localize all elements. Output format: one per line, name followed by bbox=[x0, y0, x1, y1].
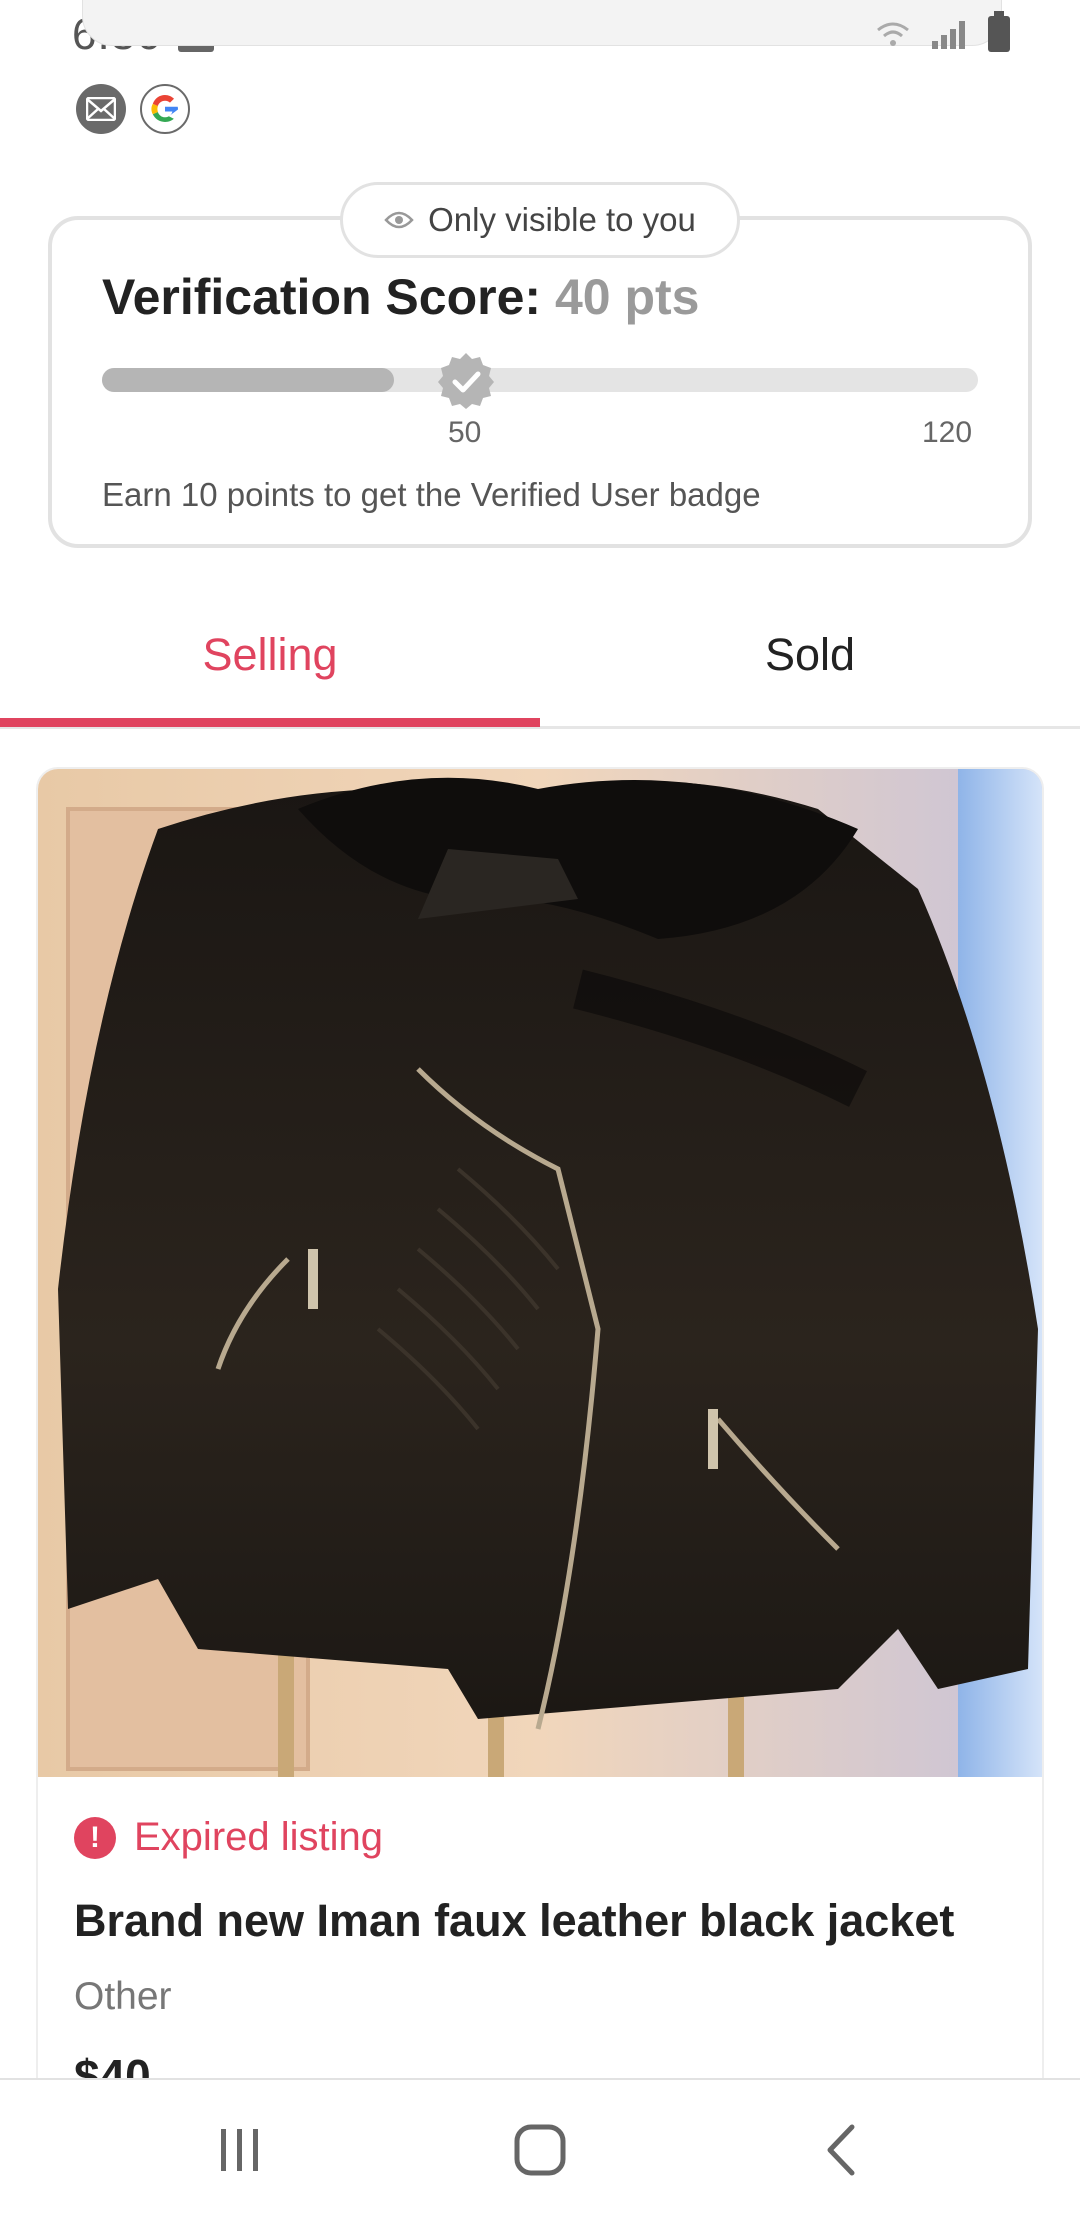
verification-hint: Earn 10 points to get the Verified User … bbox=[102, 476, 761, 513]
alert-icon: ! bbox=[74, 1816, 116, 1859]
status-bar: 6:36 bbox=[0, 0, 1080, 70]
score-progress-track bbox=[102, 368, 978, 392]
listing-status: ! Expired listing bbox=[74, 1815, 383, 1860]
listing-category: Other bbox=[74, 1975, 172, 2018]
score-progress-fill bbox=[102, 368, 394, 392]
tab-selling[interactable]: Selling bbox=[0, 580, 540, 730]
status-icons bbox=[876, 11, 1010, 52]
recents-icon bbox=[221, 2129, 258, 2171]
google-icon bbox=[140, 84, 190, 134]
milestone-tick-label: 50 bbox=[448, 416, 482, 449]
verification-title-label: Verification Score: bbox=[102, 269, 542, 325]
mail-icon bbox=[76, 84, 126, 134]
verification-score-title: Verification Score: 40 pts bbox=[102, 268, 699, 326]
recents-button[interactable] bbox=[190, 2110, 290, 2190]
tab-sold[interactable]: Sold bbox=[540, 580, 1080, 730]
listing-title: Brand new Iman faux leather black jacket bbox=[74, 1895, 955, 1946]
verified-badge-icon bbox=[438, 353, 494, 409]
listing-tabs: Selling Sold bbox=[0, 580, 1080, 730]
back-icon bbox=[827, 2124, 855, 2176]
eye-icon bbox=[384, 211, 414, 229]
listing-card[interactable]: ! Expired listing Brand new Iman faux le… bbox=[36, 767, 1044, 2097]
listing-photo[interactable] bbox=[38, 769, 1044, 1777]
system-nav-bar bbox=[0, 2078, 1080, 2220]
screen: 6:36 bbox=[0, 0, 1080, 2220]
media-notification-pill[interactable] bbox=[82, 0, 1002, 46]
visibility-pill: Only visible to you bbox=[340, 182, 740, 258]
verification-points: 40 pts bbox=[554, 269, 700, 325]
notification-icons bbox=[76, 84, 190, 134]
signal-icon bbox=[930, 19, 968, 49]
home-button[interactable] bbox=[490, 2110, 590, 2190]
visibility-label: Only visible to you bbox=[428, 201, 696, 238]
listing-status-label: Expired listing bbox=[134, 1815, 384, 1859]
battery-icon bbox=[988, 11, 1010, 52]
tab-active-indicator bbox=[0, 718, 540, 727]
home-icon bbox=[514, 2124, 566, 2176]
wifi-icon bbox=[877, 22, 909, 46]
max-tick-label: 120 bbox=[922, 416, 973, 449]
back-button[interactable] bbox=[792, 2110, 892, 2190]
